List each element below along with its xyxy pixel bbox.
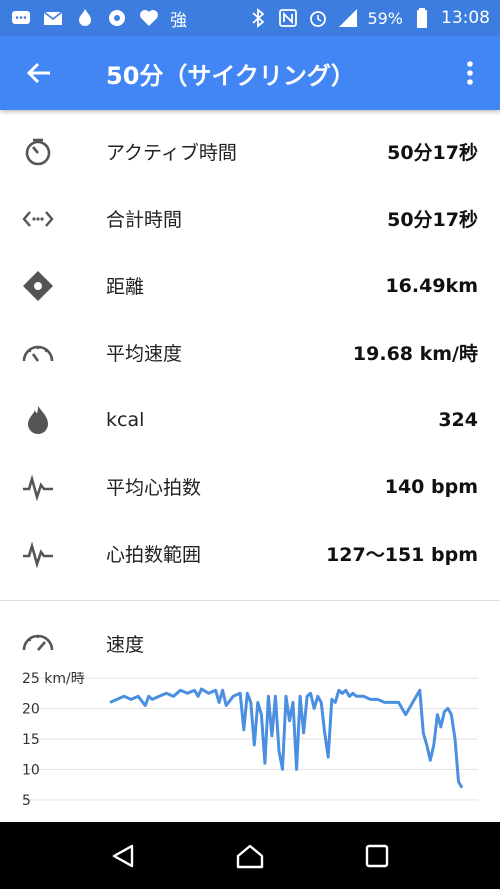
more-vert-icon — [467, 61, 473, 85]
heart-rate-icon — [20, 469, 56, 505]
y-tick-label: 25 km/時 — [22, 672, 85, 687]
heart-rate-icon — [20, 536, 56, 572]
nav-back-icon — [113, 844, 134, 867]
stat-label: 平均心拍数 — [106, 477, 202, 499]
stat-value: 50分17秒 — [387, 209, 478, 231]
stat-label: アクティブ時間 — [106, 142, 237, 164]
overflow-menu-button[interactable] — [440, 36, 500, 110]
nav-recents-button[interactable] — [347, 826, 407, 886]
stat-label: 合計時間 — [106, 209, 183, 231]
battery-percent: 59% — [367, 8, 403, 28]
speedometer-icon — [20, 624, 56, 660]
speed-chart-svg: 25 km/時 20 15 10 5 — [22, 671, 478, 809]
clock-time: 13:08 — [441, 8, 490, 28]
nfc-icon — [277, 7, 299, 29]
stat-value: 50分17秒 — [387, 142, 478, 164]
stat-value: 16.49km — [385, 274, 478, 297]
stat-row-avg-speed: 平均速度 19.68 km/時 — [0, 319, 500, 386]
section-divider — [0, 600, 500, 601]
page-title: 50分（サイクリング） — [106, 61, 355, 90]
y-tick-label: 15 — [22, 732, 40, 748]
stat-row-avg-heart-rate: 平均心拍数 140 bpm — [0, 453, 500, 520]
stat-row-active-time: アクティブ時間 50分17秒 — [0, 118, 500, 185]
nav-recents-icon — [365, 844, 388, 867]
system-nav-bar — [0, 822, 500, 889]
stat-label: 平均速度 — [106, 343, 183, 365]
message-icon — [10, 7, 32, 29]
app-bar: 50分（サイクリング） — [0, 36, 500, 110]
speed-chart: 25 km/時 20 15 10 5 — [0, 671, 500, 822]
stat-value: 127〜151 bpm — [326, 544, 478, 566]
stat-row-kcal: kcal 324 — [0, 386, 500, 453]
nav-home-icon — [236, 844, 264, 868]
stat-label: 心拍数範囲 — [106, 544, 202, 566]
nav-back-button[interactable] — [93, 826, 153, 886]
flame-icon — [74, 7, 96, 29]
speed-section-title: 速度 — [106, 634, 145, 656]
timer-icon — [20, 134, 56, 170]
y-tick-label: 10 — [22, 762, 40, 778]
heart-icon — [138, 7, 160, 29]
stats-list: アクティブ時間 50分17秒 合計時間 50分17秒 距離 16.49km 平均… — [0, 118, 500, 587]
signal-icon — [337, 7, 359, 29]
alarm-icon — [307, 7, 329, 29]
y-tick-label: 20 — [22, 702, 40, 718]
speed-series-line — [109, 687, 464, 789]
code-arrows-icon — [20, 201, 56, 237]
signal-strength-text: 強 — [170, 10, 187, 31]
stat-value: 324 — [438, 408, 478, 431]
location-diamond-icon — [20, 268, 56, 304]
stat-label: 距離 — [106, 276, 145, 298]
battery-icon — [411, 7, 433, 29]
arrow-back-icon — [26, 62, 50, 84]
y-tick-label: 5 — [22, 793, 31, 809]
speedometer-icon — [20, 335, 56, 371]
stat-row-distance: 距離 16.49km — [0, 252, 500, 319]
speed-section-header: 速度 — [0, 612, 500, 672]
back-button[interactable] — [0, 36, 78, 110]
status-bar: 強 59% 13:08 — [0, 0, 500, 36]
stat-value: 19.68 km/時 — [352, 343, 478, 365]
stat-row-heart-rate-range: 心拍数範囲 127〜151 bpm — [0, 520, 500, 587]
stat-value: 140 bpm — [384, 475, 478, 498]
mail-icon — [42, 7, 64, 29]
bluetooth-icon — [247, 7, 269, 29]
app-icon — [106, 7, 128, 29]
stat-label: kcal — [106, 408, 145, 431]
nav-home-button[interactable] — [220, 826, 280, 886]
stat-row-total-time: 合計時間 50分17秒 — [0, 185, 500, 252]
flame-icon — [20, 402, 56, 438]
